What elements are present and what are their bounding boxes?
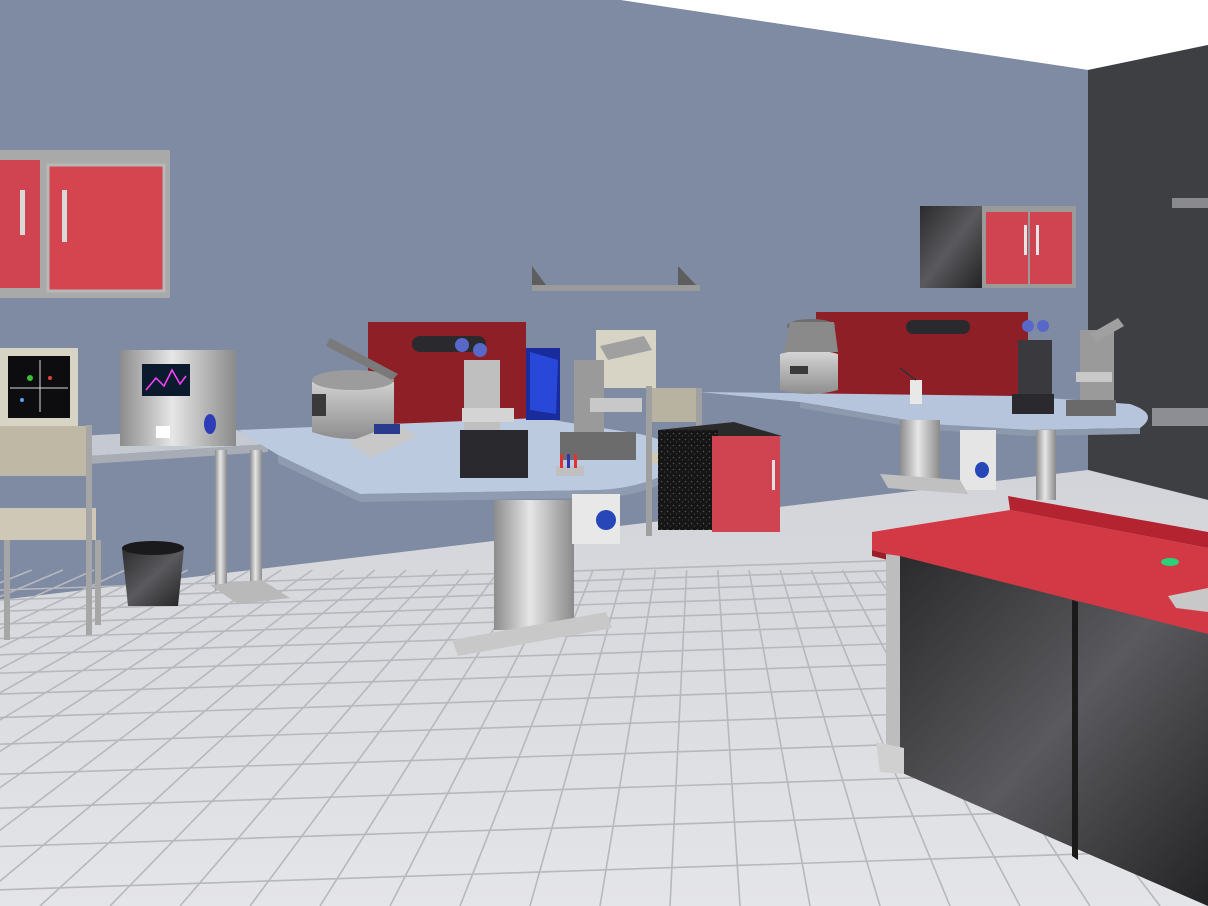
lab-3d-viewport[interactable] [0, 0, 1208, 906]
flow-cytometer[interactable] [120, 350, 236, 446]
side-wall-shelf [1172, 198, 1208, 208]
storage-cabinet [658, 422, 782, 532]
waste-bin [122, 541, 184, 606]
centrifuge-right[interactable] [780, 319, 838, 394]
wall-cabinet-left [0, 150, 170, 298]
side-wall-counter [1152, 408, 1208, 426]
wall-cabinet-right [920, 206, 1076, 288]
blue-tray [526, 348, 560, 420]
